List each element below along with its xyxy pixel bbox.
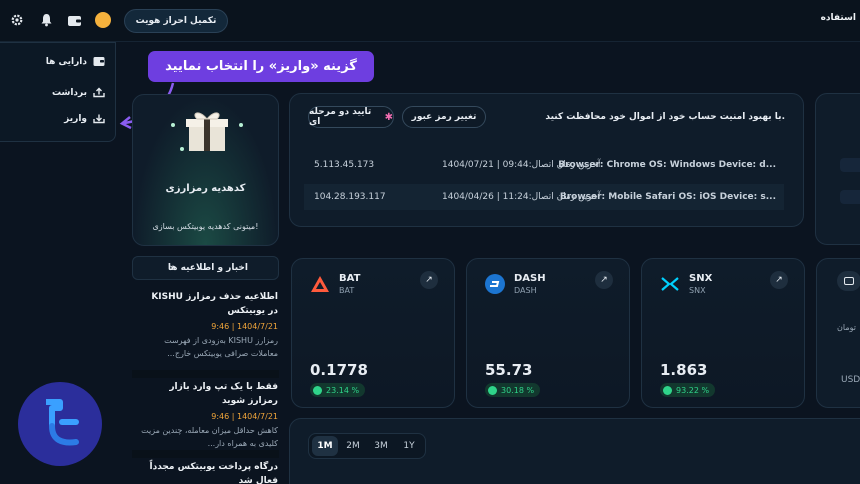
two-factor-label: تایید دو مرحله ای bbox=[309, 107, 372, 127]
coin-price: 55.73 bbox=[485, 361, 533, 379]
coin-change: 93.22 % bbox=[676, 385, 710, 395]
coin-change-badge: 93.22 % bbox=[660, 383, 716, 397]
brand-logo-icon bbox=[46, 399, 79, 446]
currency-card-stub: تومان USD bbox=[816, 258, 860, 408]
coin-name: SNX bbox=[689, 286, 706, 295]
gift-card-title: کدهدیه رمزارزی bbox=[165, 183, 246, 194]
sparkle-icon: ✱ bbox=[384, 111, 393, 123]
coin-change: 23.14 % bbox=[326, 385, 360, 395]
news-item[interactable]: فقط با یک تپ وارد بازار رمزارز شوید 9:46… bbox=[140, 380, 278, 450]
coin-change: 30.18 % bbox=[501, 385, 535, 395]
news-body: کاهش حداقل میزان معامله، چندین مزیت کلید… bbox=[141, 426, 278, 448]
coin-name: DASH bbox=[514, 286, 537, 295]
news-title: فقط با یک تپ وارد بازار رمزارز شوید bbox=[169, 382, 278, 406]
gift-card-subtitle: میتونی کدهدیه یوبیتکس بسازی! bbox=[152, 222, 259, 231]
coin-symbol: BAT bbox=[339, 273, 361, 284]
range-1y-button[interactable]: 1Y bbox=[396, 436, 422, 456]
news-date: 9:46 | 1404/7/21 bbox=[211, 412, 278, 421]
notification-bell-icon[interactable] bbox=[37, 11, 55, 29]
placeholder-bar bbox=[840, 190, 860, 204]
menu-item-withdraw-label: برداشت bbox=[51, 87, 87, 98]
coin-name: BAT bbox=[339, 286, 355, 295]
trend-up-icon bbox=[313, 385, 322, 395]
coin-change-badge: 30.18 % bbox=[485, 383, 541, 397]
news-item[interactable]: اطلاعیه حذف رمزارز KISHU در یوبیتکس 9:46… bbox=[140, 290, 278, 360]
upload-icon bbox=[93, 87, 105, 98]
coin-price: 1.863 bbox=[660, 361, 708, 379]
menu-item-withdraw[interactable]: برداشت bbox=[52, 87, 105, 98]
gift-box-icon bbox=[186, 112, 228, 151]
news-title: درگاه پرداخت یوبیتکس مجدداً فعال شد bbox=[149, 462, 279, 484]
complete-verification-button[interactable]: تکمیل احراز هویت bbox=[124, 9, 228, 33]
wallet-icon bbox=[93, 57, 105, 66]
trend-up-icon bbox=[663, 385, 672, 395]
session-last-login: آخرین زمان اتصال:09:44 | 1404/07/21 bbox=[442, 160, 601, 170]
price-chart-card: 1M 2M 3M 1Y bbox=[289, 418, 860, 484]
coin-price: 0.1778 bbox=[310, 361, 368, 379]
top-bar: تکمیل احراز هویت استفاده bbox=[0, 0, 860, 42]
news-title: اطلاعیه حذف رمزارز KISHU در یوبیتکس bbox=[151, 292, 278, 316]
sparkle-dot bbox=[180, 147, 184, 151]
wallet-icon[interactable] bbox=[65, 11, 83, 29]
news-item[interactable]: درگاه پرداخت یوبیتکس مجدداً فعال شد bbox=[140, 460, 279, 484]
currency-code: USD bbox=[841, 375, 860, 385]
range-2m-button[interactable]: 2M bbox=[340, 436, 366, 456]
change-password-button[interactable]: تغییر رمز عبور bbox=[402, 106, 486, 128]
coin-card-dash[interactable]: DASH DASH ↗ 55.73 30.18 % bbox=[466, 258, 630, 408]
trend-up-icon bbox=[488, 385, 497, 395]
sparkle-dot bbox=[239, 123, 243, 127]
news-divider bbox=[132, 450, 279, 458]
coin-card-bat[interactable]: BAT BAT ↗ 0.1778 23.14 % bbox=[291, 258, 455, 408]
news-divider bbox=[132, 370, 279, 378]
two-factor-button[interactable]: تایید دو مرحله ای ✱ bbox=[308, 106, 394, 128]
session-ip: 104.28.193.117 bbox=[314, 192, 386, 202]
side-card-stub bbox=[815, 93, 860, 245]
currency-label: تومان bbox=[837, 323, 856, 332]
coin-symbol: SNX bbox=[689, 273, 713, 284]
brand-logo bbox=[18, 382, 102, 466]
snx-icon bbox=[660, 274, 680, 294]
range-selector: 1M 2M 3M 1Y bbox=[308, 433, 426, 459]
arrow-up-right-icon[interactable]: ↗ bbox=[770, 271, 788, 289]
user-name-label[interactable]: استفاده bbox=[821, 13, 856, 23]
bat-triangle-icon bbox=[310, 274, 330, 294]
arrow-up-right-icon[interactable]: ↗ bbox=[420, 271, 438, 289]
chevron-right-icon: › bbox=[169, 261, 174, 274]
dash-icon bbox=[485, 274, 505, 294]
menu-item-assets[interactable]: دارایی ها bbox=[46, 56, 105, 67]
wallet-dropdown-menu: دارایی ها برداشت واریز bbox=[0, 42, 116, 142]
menu-item-assets-label: دارایی ها bbox=[45, 56, 87, 67]
instruction-callout: گزینه «واریز» را انتخاب نمایید bbox=[148, 51, 374, 82]
news-header-label: اخبار و اطلاعیه ها bbox=[167, 263, 248, 273]
placeholder-bar bbox=[840, 158, 860, 172]
range-3m-button[interactable]: 3M bbox=[368, 436, 394, 456]
session-row: Browser: Chrome OS: Windows Device: d...… bbox=[304, 152, 784, 178]
session-ip: 5.113.45.173 bbox=[314, 160, 375, 170]
account-security-card: با بهبود امنیت حساب خود از اموال خود محا… bbox=[289, 93, 804, 227]
coin-change-badge: 23.14 % bbox=[310, 383, 366, 397]
session-last-login: آخرین زمان اتصال:11:24 | 1404/04/26 bbox=[442, 192, 601, 202]
coin-card-snx[interactable]: SNX SNX ↗ 1.863 93.22 % bbox=[641, 258, 805, 408]
news-header[interactable]: اخبار و اطلاعیه ها › bbox=[132, 256, 279, 280]
news-body: رمزارز KISHU به‌زودی از فهرست معاملات صر… bbox=[164, 336, 278, 358]
wallet-icon[interactable] bbox=[837, 271, 860, 291]
gift-code-card[interactable]: کدهدیه رمزارزی میتونی کدهدیه یوبیتکس بسا… bbox=[132, 94, 279, 246]
range-1m-button[interactable]: 1M bbox=[312, 436, 338, 456]
settings-gear-icon[interactable] bbox=[8, 11, 26, 29]
coin-symbol: DASH bbox=[514, 273, 546, 284]
security-message: با بهبود امنیت حساب خود از اموال خود محا… bbox=[545, 112, 785, 122]
download-icon bbox=[93, 114, 105, 124]
news-date: 9:46 | 1404/7/21 bbox=[211, 322, 278, 331]
user-avatar[interactable] bbox=[95, 12, 111, 28]
menu-item-deposit[interactable]: واریز bbox=[64, 113, 105, 124]
sparkle-dot bbox=[171, 123, 175, 127]
session-row: Browser: Mobile Safari OS: iOS Device: s… bbox=[304, 184, 784, 210]
menu-item-deposit-label: واریز bbox=[64, 113, 87, 124]
arrow-up-right-icon[interactable]: ↗ bbox=[595, 271, 613, 289]
